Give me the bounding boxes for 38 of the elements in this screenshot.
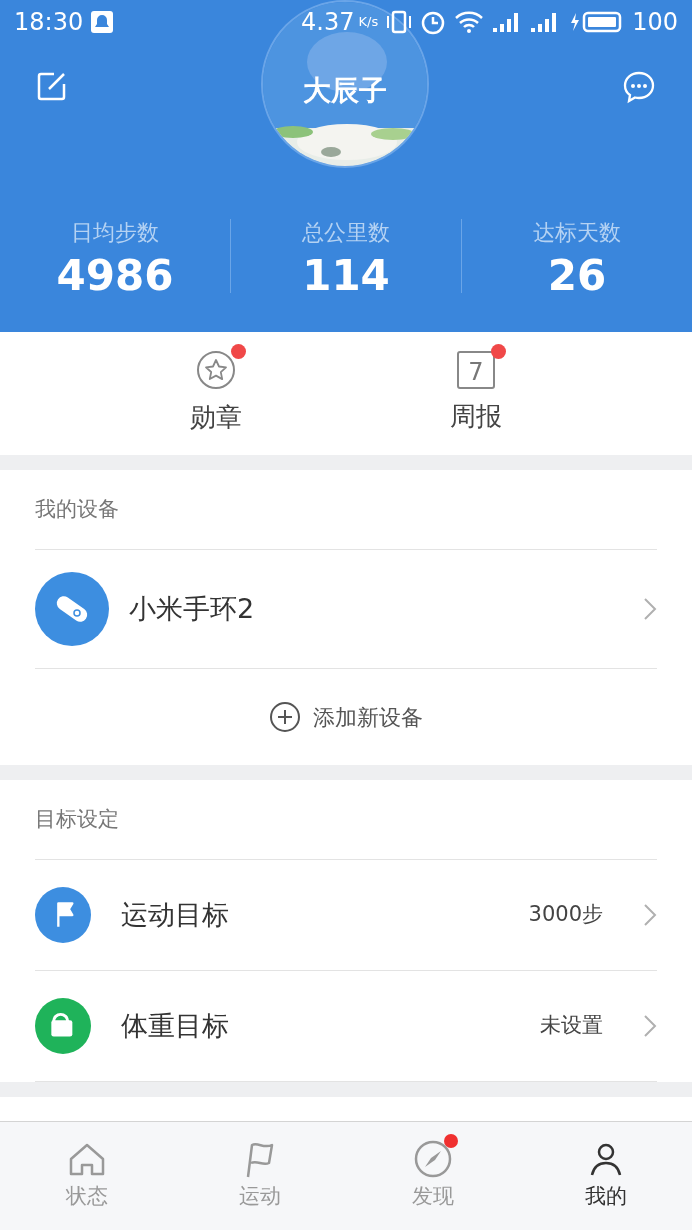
chat-icon[interactable]: [622, 70, 656, 104]
edit-icon[interactable]: [36, 70, 68, 102]
network-speed: 4.37: [301, 7, 355, 38]
stat-label: 总公里数: [302, 218, 390, 247]
section-title: 我的设备: [35, 495, 119, 523]
stat-value: 114: [302, 254, 390, 297]
band-icon: [35, 572, 109, 646]
chevron-icon: [643, 903, 657, 927]
device-name: 小米手环2: [129, 591, 256, 626]
goal-label: 运动目标: [121, 897, 230, 932]
goal-row[interactable]: 运动目标 3000步: [35, 860, 657, 971]
shortcut-button[interactable]: 7 周报: [426, 332, 526, 455]
goal-value: 3000步: [528, 901, 603, 929]
status-time: 18:30: [14, 7, 84, 38]
chevron-icon: [643, 1014, 657, 1038]
goal-label: 体重目标: [121, 1008, 230, 1043]
battery-level: 100: [632, 7, 678, 38]
tab[interactable]: 我的: [519, 1122, 692, 1230]
speed-unit: K/s: [358, 13, 379, 32]
notification-icon: [91, 11, 114, 33]
device-row[interactable]: 小米手环2: [35, 550, 657, 669]
section-title: 目标设定: [35, 805, 119, 833]
plus-icon: [269, 701, 301, 733]
stat-value: 4986: [56, 254, 174, 297]
stat-label: 日均步数: [71, 218, 159, 247]
compass-icon: [412, 1139, 453, 1180]
goal-row[interactable]: 体重目标 未设置: [35, 971, 657, 1082]
user-name: 大辰子: [303, 73, 387, 109]
add-device-button[interactable]: 添加新设备: [35, 669, 657, 765]
shortcut-button[interactable]: 勋章: [166, 332, 266, 455]
star-medal-icon: [196, 350, 236, 390]
goal-value: 未设置: [540, 1012, 603, 1040]
alarm-icon: [420, 9, 447, 35]
wifi-icon: [454, 10, 485, 34]
chevron-icon: [643, 597, 657, 621]
vibrate-icon: [386, 10, 413, 34]
stat-value: 26: [547, 254, 607, 297]
stat-label: 达标天数: [533, 218, 621, 247]
